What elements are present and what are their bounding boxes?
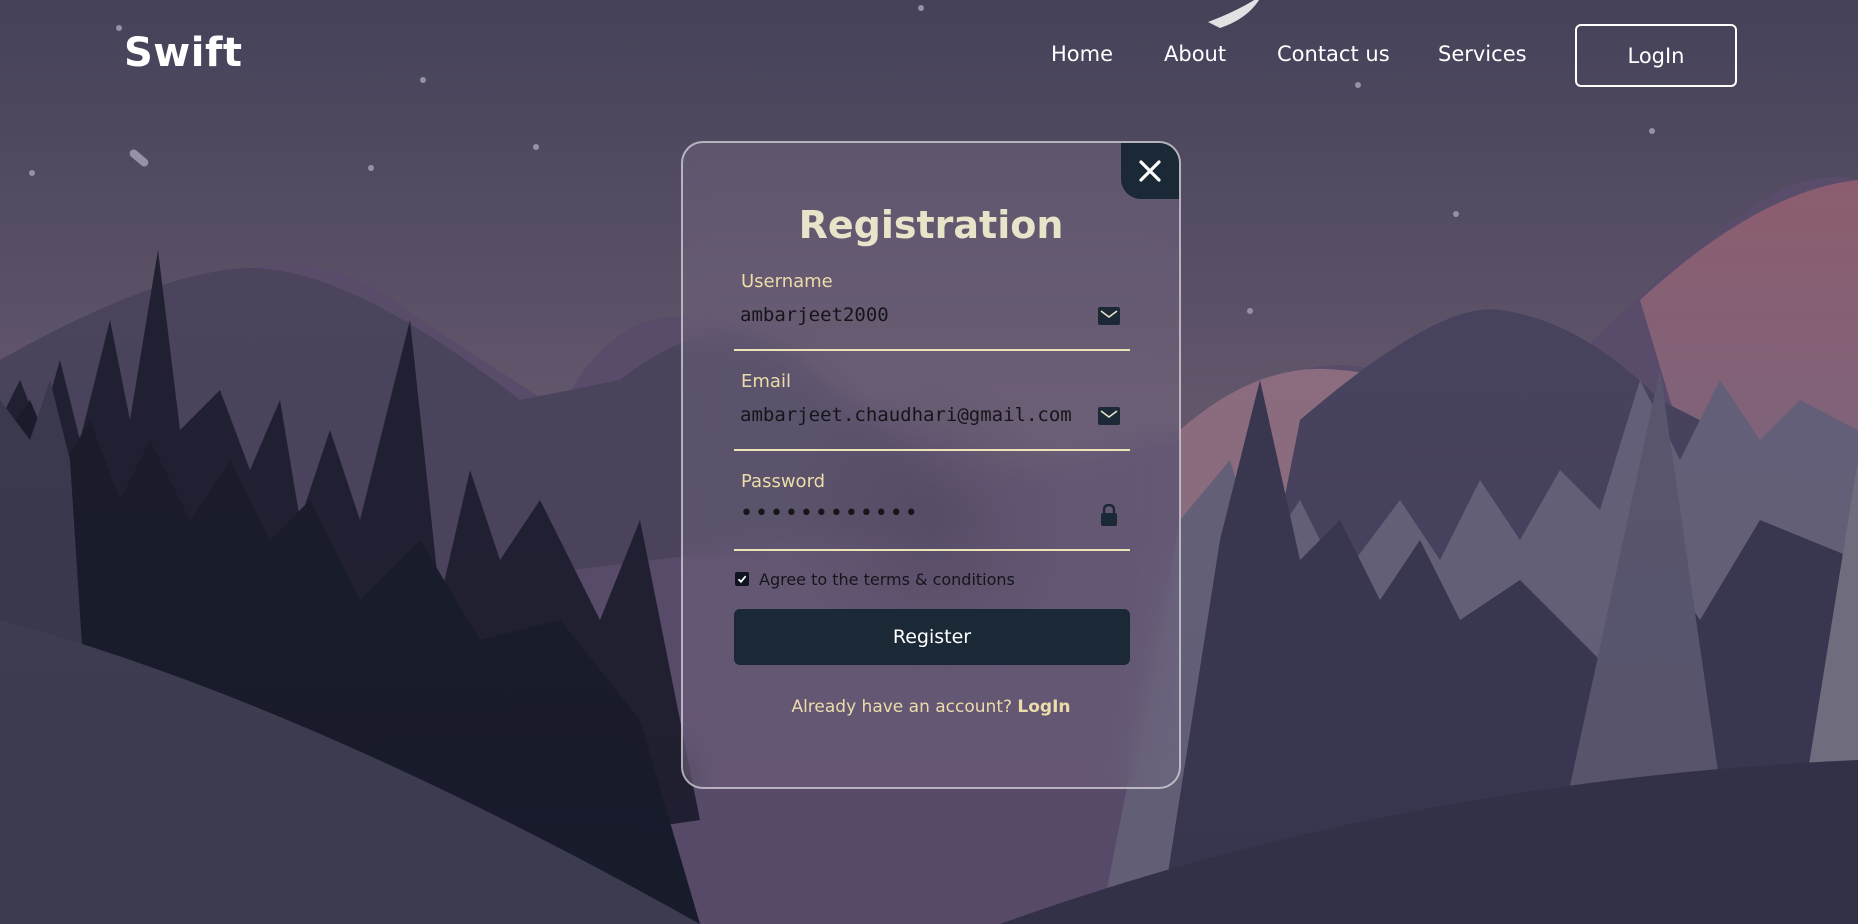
nav-about[interactable]: About	[1164, 42, 1226, 66]
login-prompt: Already have an account? LogIn	[683, 697, 1179, 717]
email-input[interactable]	[740, 401, 1080, 429]
register-button[interactable]: Register	[734, 609, 1130, 665]
header-login-button[interactable]: LogIn	[1575, 24, 1737, 87]
checkmark-icon	[737, 575, 747, 584]
login-prompt-text: Already have an account?	[791, 697, 1013, 717]
terms-row: Agree to the terms & conditions	[735, 568, 1015, 590]
terms-label[interactable]: Agree to the terms & conditions	[759, 570, 1015, 589]
mail-icon	[1098, 407, 1120, 425]
close-icon	[1139, 160, 1161, 182]
nav-home[interactable]: Home	[1051, 42, 1113, 66]
email-field: Email	[734, 371, 1130, 451]
password-underline	[734, 549, 1130, 551]
username-label: Username	[741, 271, 833, 292]
site-logo[interactable]: Swift	[124, 30, 243, 76]
nav-services[interactable]: Services	[1438, 42, 1527, 66]
username-input[interactable]	[740, 301, 1080, 329]
close-button[interactable]	[1121, 143, 1179, 199]
password-field: Password ••••••••••••	[734, 471, 1130, 551]
username-underline	[734, 349, 1130, 351]
lock-icon	[1101, 504, 1117, 526]
registration-modal: Registration Username Email Password •••…	[681, 141, 1181, 789]
terms-checkbox[interactable]	[735, 572, 749, 586]
email-underline	[734, 449, 1130, 451]
modal-title: Registration	[798, 203, 1064, 247]
username-field: Username	[734, 271, 1130, 351]
login-link[interactable]: LogIn	[1017, 697, 1070, 717]
email-label: Email	[741, 371, 791, 392]
site-header: Swift Home About Contact us Services Log…	[0, 0, 1858, 112]
password-label: Password	[741, 471, 826, 492]
mail-icon	[1098, 307, 1120, 325]
nav-contact-us[interactable]: Contact us	[1277, 42, 1390, 66]
password-input[interactable]: ••••••••••••	[740, 501, 920, 526]
